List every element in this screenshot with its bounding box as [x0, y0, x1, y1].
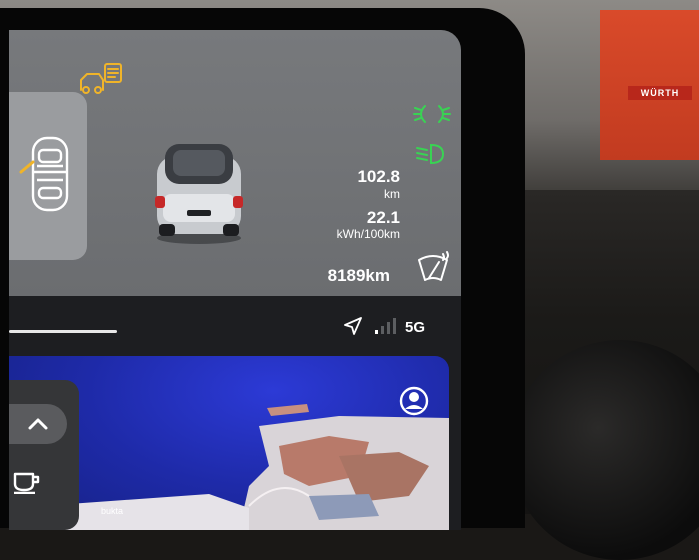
handle-bar[interactable]	[9, 330, 117, 333]
parking-lights-icon[interactable]	[413, 102, 451, 126]
range-value: 102.8	[357, 167, 400, 186]
car-image	[155, 144, 243, 244]
profile-icon[interactable]	[399, 386, 429, 416]
low-beam-icon[interactable]	[415, 142, 445, 166]
collapse-button[interactable]	[9, 404, 67, 444]
car-doors-icon	[19, 136, 69, 212]
signal-strength-icon	[375, 318, 396, 334]
odometer-value: 8189km	[327, 266, 390, 285]
tire-pressure-warning-icon[interactable]	[77, 60, 127, 94]
display-bezel: 102.8 km 22.1 kWh/100km 8189km 5G bukta	[0, 8, 525, 530]
network-label: 5G	[405, 319, 426, 336]
coffee-cup-icon[interactable]	[13, 468, 41, 494]
door-status-card[interactable]	[9, 92, 87, 260]
windshield-washer-icon[interactable]	[415, 250, 451, 284]
range-unit: km	[384, 187, 400, 201]
infotainment-screen: 102.8 km 22.1 kWh/100km 8189km 5G bukta	[9, 30, 461, 530]
chevron-up-icon	[28, 418, 48, 430]
quick-access-panel	[9, 380, 79, 530]
vehicle-status-panel: 102.8 km 22.1 kWh/100km 8189km	[9, 30, 461, 296]
map-place-label: bukta	[101, 506, 124, 516]
consumption-unit: kWh/100km	[336, 227, 400, 241]
navigation-arrow-icon	[344, 317, 362, 335]
background-sign: WÜRTH	[628, 86, 692, 100]
background-shelf	[600, 10, 699, 160]
consumption-value: 22.1	[366, 208, 400, 227]
